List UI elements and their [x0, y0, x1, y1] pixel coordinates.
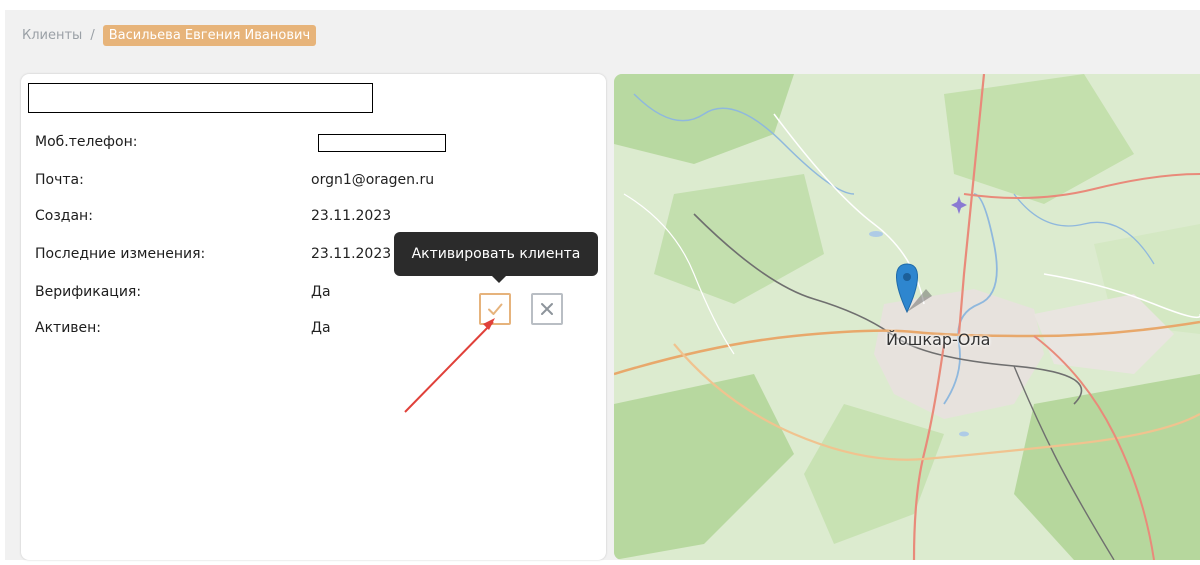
app-window: Клиенты / Васильева Евгения Иванович Моб…: [0, 0, 1200, 565]
annotation-arrow-icon: [404, 318, 495, 413]
